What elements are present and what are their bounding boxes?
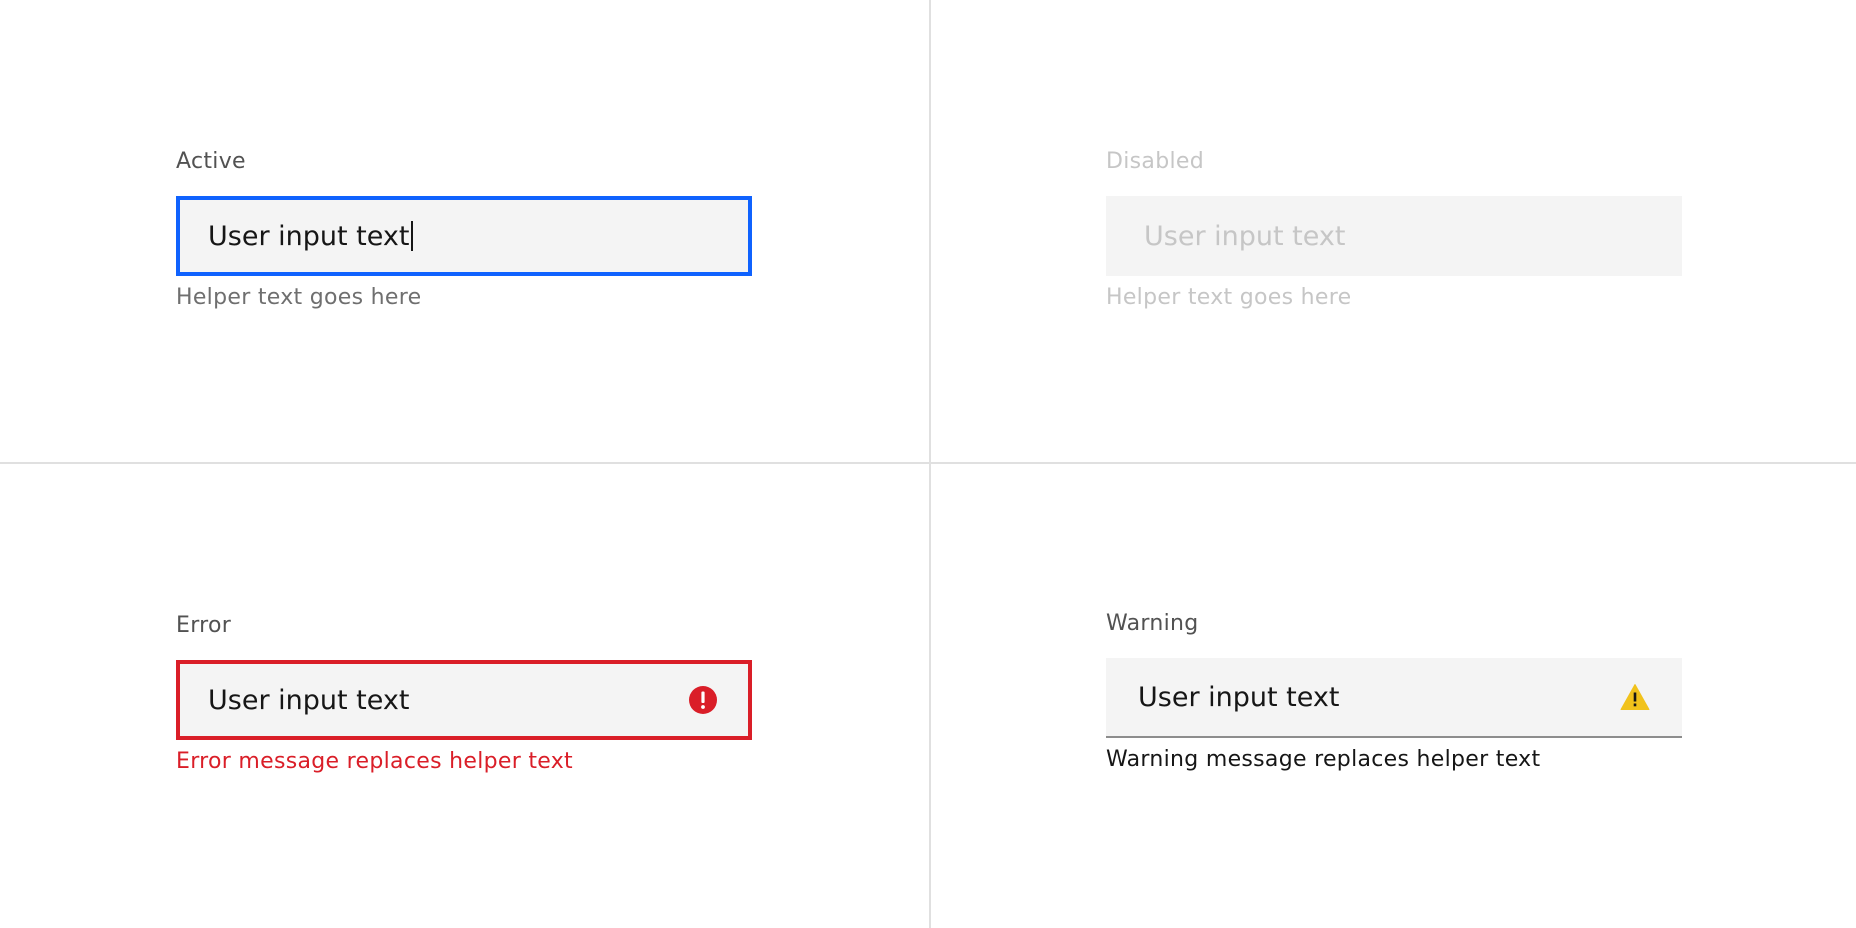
warning-field-label: Warning (1106, 611, 1199, 636)
text-cursor (411, 221, 414, 251)
active-helper-text: Helper text goes here (176, 285, 422, 310)
horizontal-divider (0, 462, 1856, 464)
error-input-value: User input text (208, 684, 410, 716)
warning-text-input[interactable]: User input text (1106, 658, 1682, 738)
active-input-value: User input text (208, 220, 410, 252)
disabled-input-value: User input text (1144, 220, 1346, 252)
error-message: Error message replaces helper text (176, 749, 573, 774)
disabled-field-label: Disabled (1106, 149, 1204, 174)
vertical-divider (929, 0, 931, 928)
warning-triangle-icon (1620, 684, 1650, 710)
disabled-text-input: User input text (1106, 196, 1682, 276)
error-text-input[interactable]: User input text (176, 660, 752, 740)
disabled-helper-text: Helper text goes here (1106, 285, 1352, 310)
error-field-label: Error (176, 613, 232, 638)
text-input-states-canvas: Active User input text Helper text goes … (0, 0, 1856, 928)
warning-input-value: User input text (1138, 681, 1340, 713)
active-text-input[interactable]: User input text (176, 196, 752, 276)
warning-message: Warning message replaces helper text (1106, 747, 1541, 772)
error-filled-icon (689, 686, 717, 714)
active-field-label: Active (176, 149, 246, 174)
